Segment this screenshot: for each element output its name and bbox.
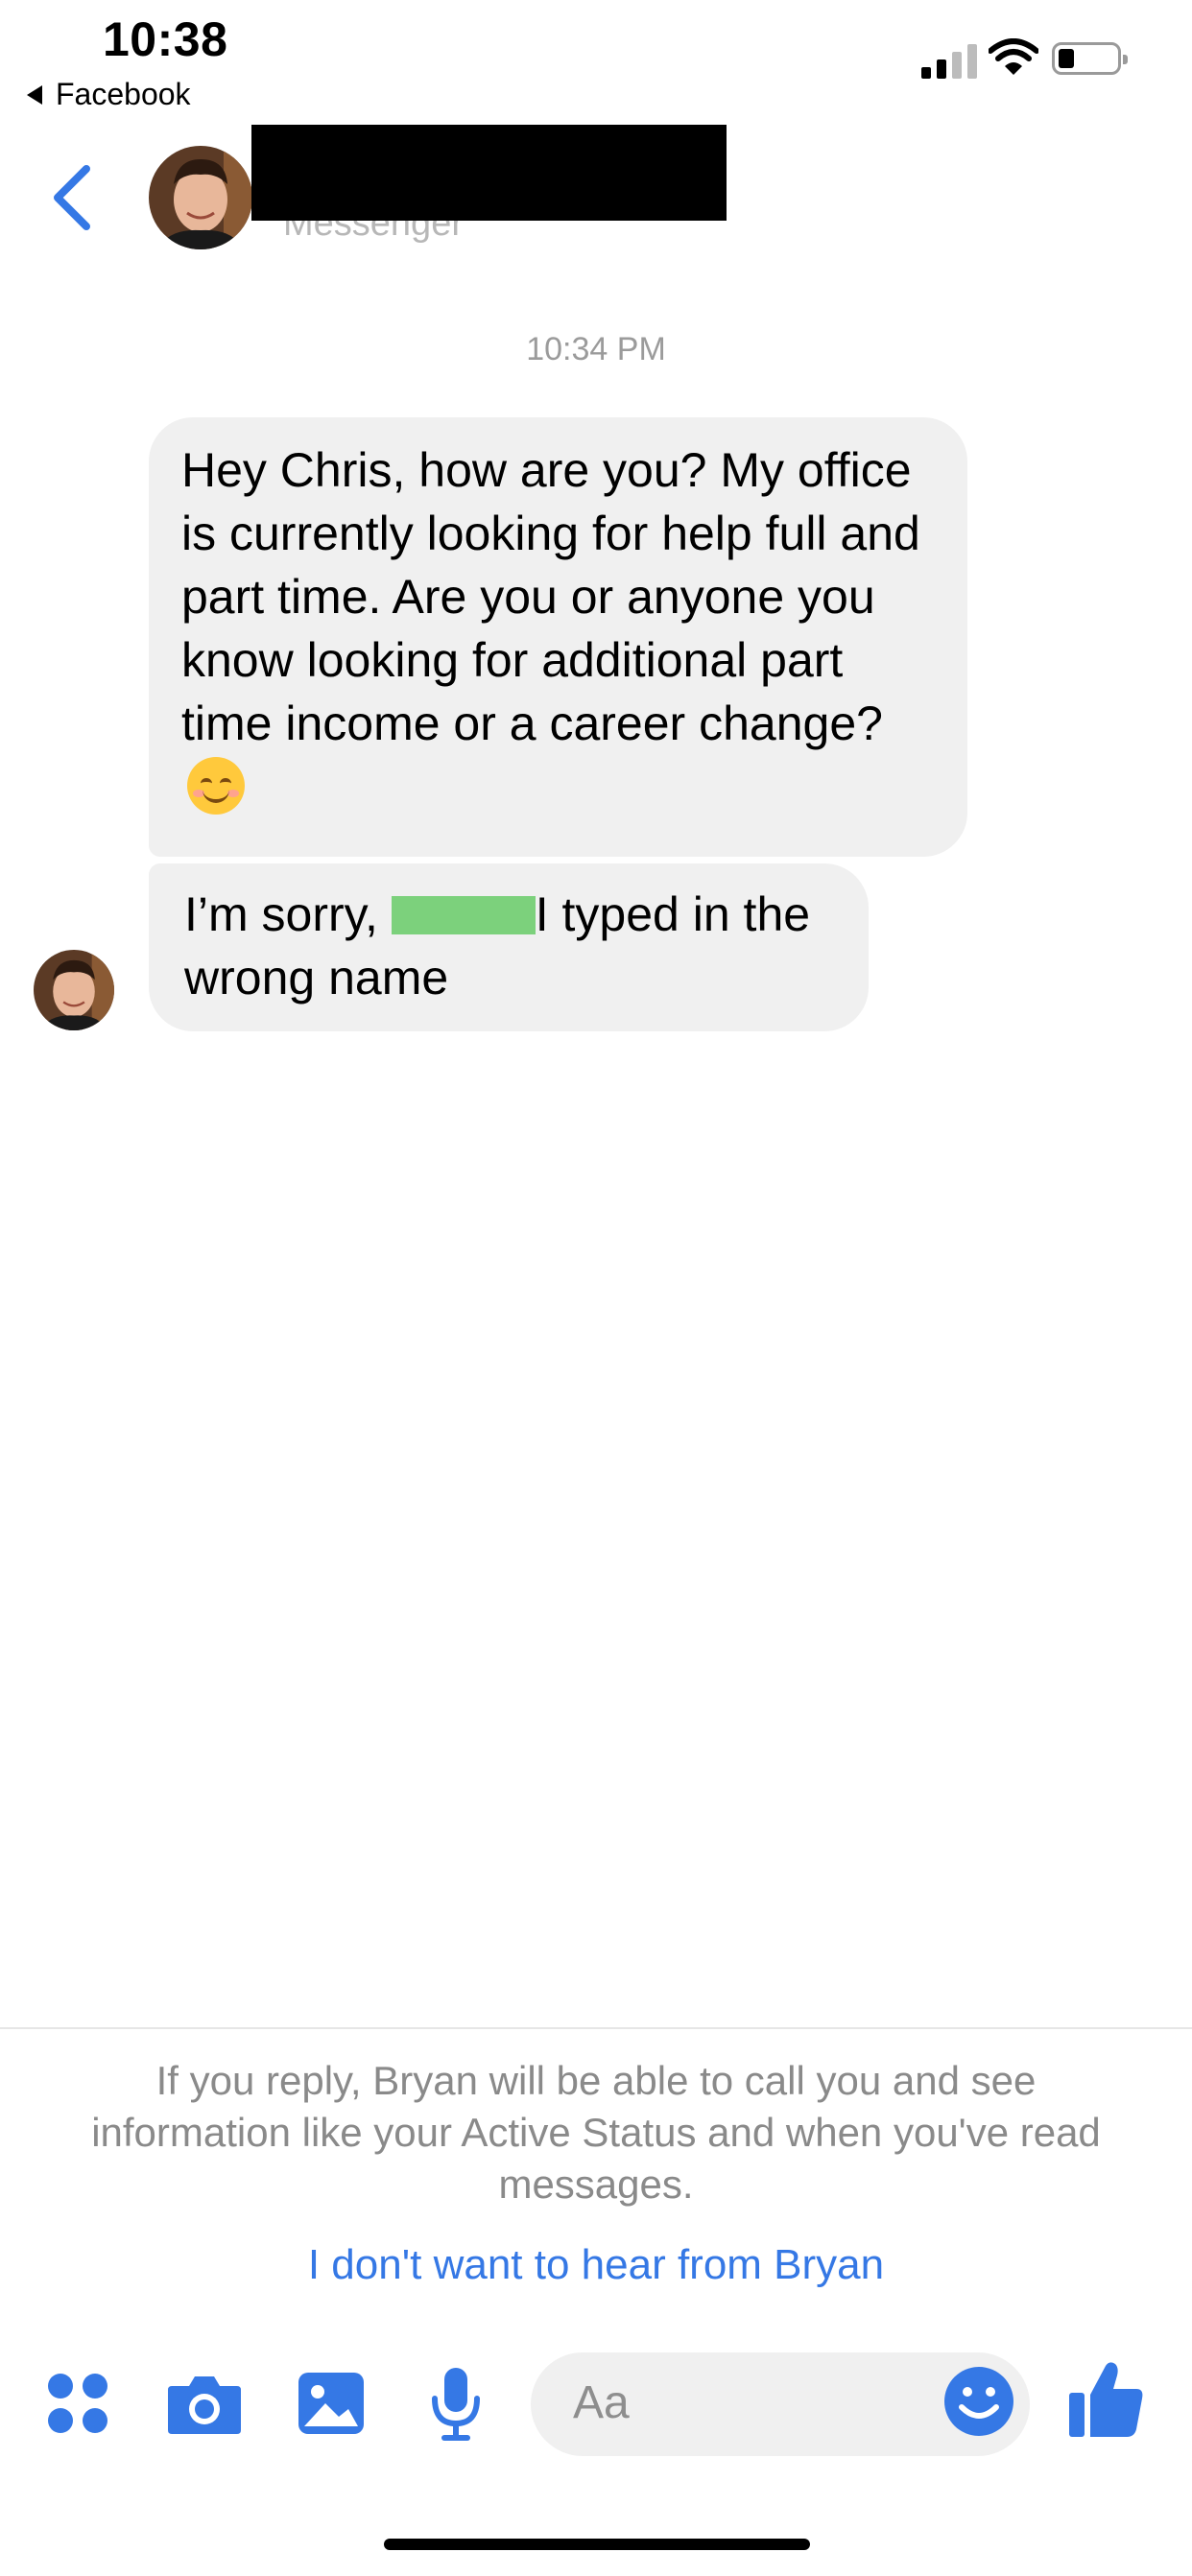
- chevron-left-icon: [54, 165, 90, 230]
- divider: [0, 2027, 1192, 2029]
- home-indicator: [384, 2539, 810, 2550]
- ignore-sender-link[interactable]: I don't want to hear from Bryan: [0, 2241, 1192, 2289]
- wifi-icon: [988, 38, 1039, 82]
- emoji-icon: [944, 2367, 1013, 2436]
- microphone-button[interactable]: [413, 2360, 499, 2446]
- back-app-label: Facebook: [56, 77, 191, 111]
- message-bubble[interactable]: Hey Chris, how are you? My office is cur…: [149, 417, 967, 857]
- message-timestamp: 10:34 PM: [526, 331, 666, 367]
- emoji-button[interactable]: [942, 2365, 1015, 2443]
- message-input-placeholder: Aa: [573, 2377, 630, 2428]
- smiling-face-emoji: [187, 757, 245, 815]
- microphone-icon: [432, 2368, 480, 2441]
- sender-avatar[interactable]: [34, 950, 114, 1030]
- camera-icon: [168, 2376, 241, 2434]
- back-button[interactable]: [48, 163, 94, 237]
- back-to-app-link[interactable]: Facebook: [27, 77, 191, 112]
- back-triangle-icon: [27, 84, 42, 105]
- more-apps-icon: [48, 2374, 107, 2433]
- contact-avatar[interactable]: [149, 146, 252, 249]
- message-text-part: I’m sorry,: [184, 887, 378, 941]
- message-text: Hey Chris, how are you? My office is cur…: [181, 443, 920, 750]
- status-time: 10:38: [103, 12, 228, 66]
- message-request-notice: If you reply, Bryan will be able to call…: [91, 2058, 1101, 2207]
- more-apps-button[interactable]: [35, 2360, 121, 2446]
- name-redaction: [391, 896, 536, 934]
- message-bubble[interactable]: I’m sorry, I typed in the wrong name: [149, 863, 869, 1031]
- battery-icon: [1052, 42, 1128, 75]
- gallery-icon: [298, 2373, 364, 2434]
- thumbs-up-icon: [1069, 2362, 1143, 2437]
- signal-icon: [921, 44, 977, 79]
- camera-button[interactable]: [161, 2360, 248, 2446]
- contact-name-redaction: [251, 125, 727, 221]
- like-button[interactable]: [1067, 2360, 1144, 2444]
- gallery-button[interactable]: [288, 2360, 374, 2446]
